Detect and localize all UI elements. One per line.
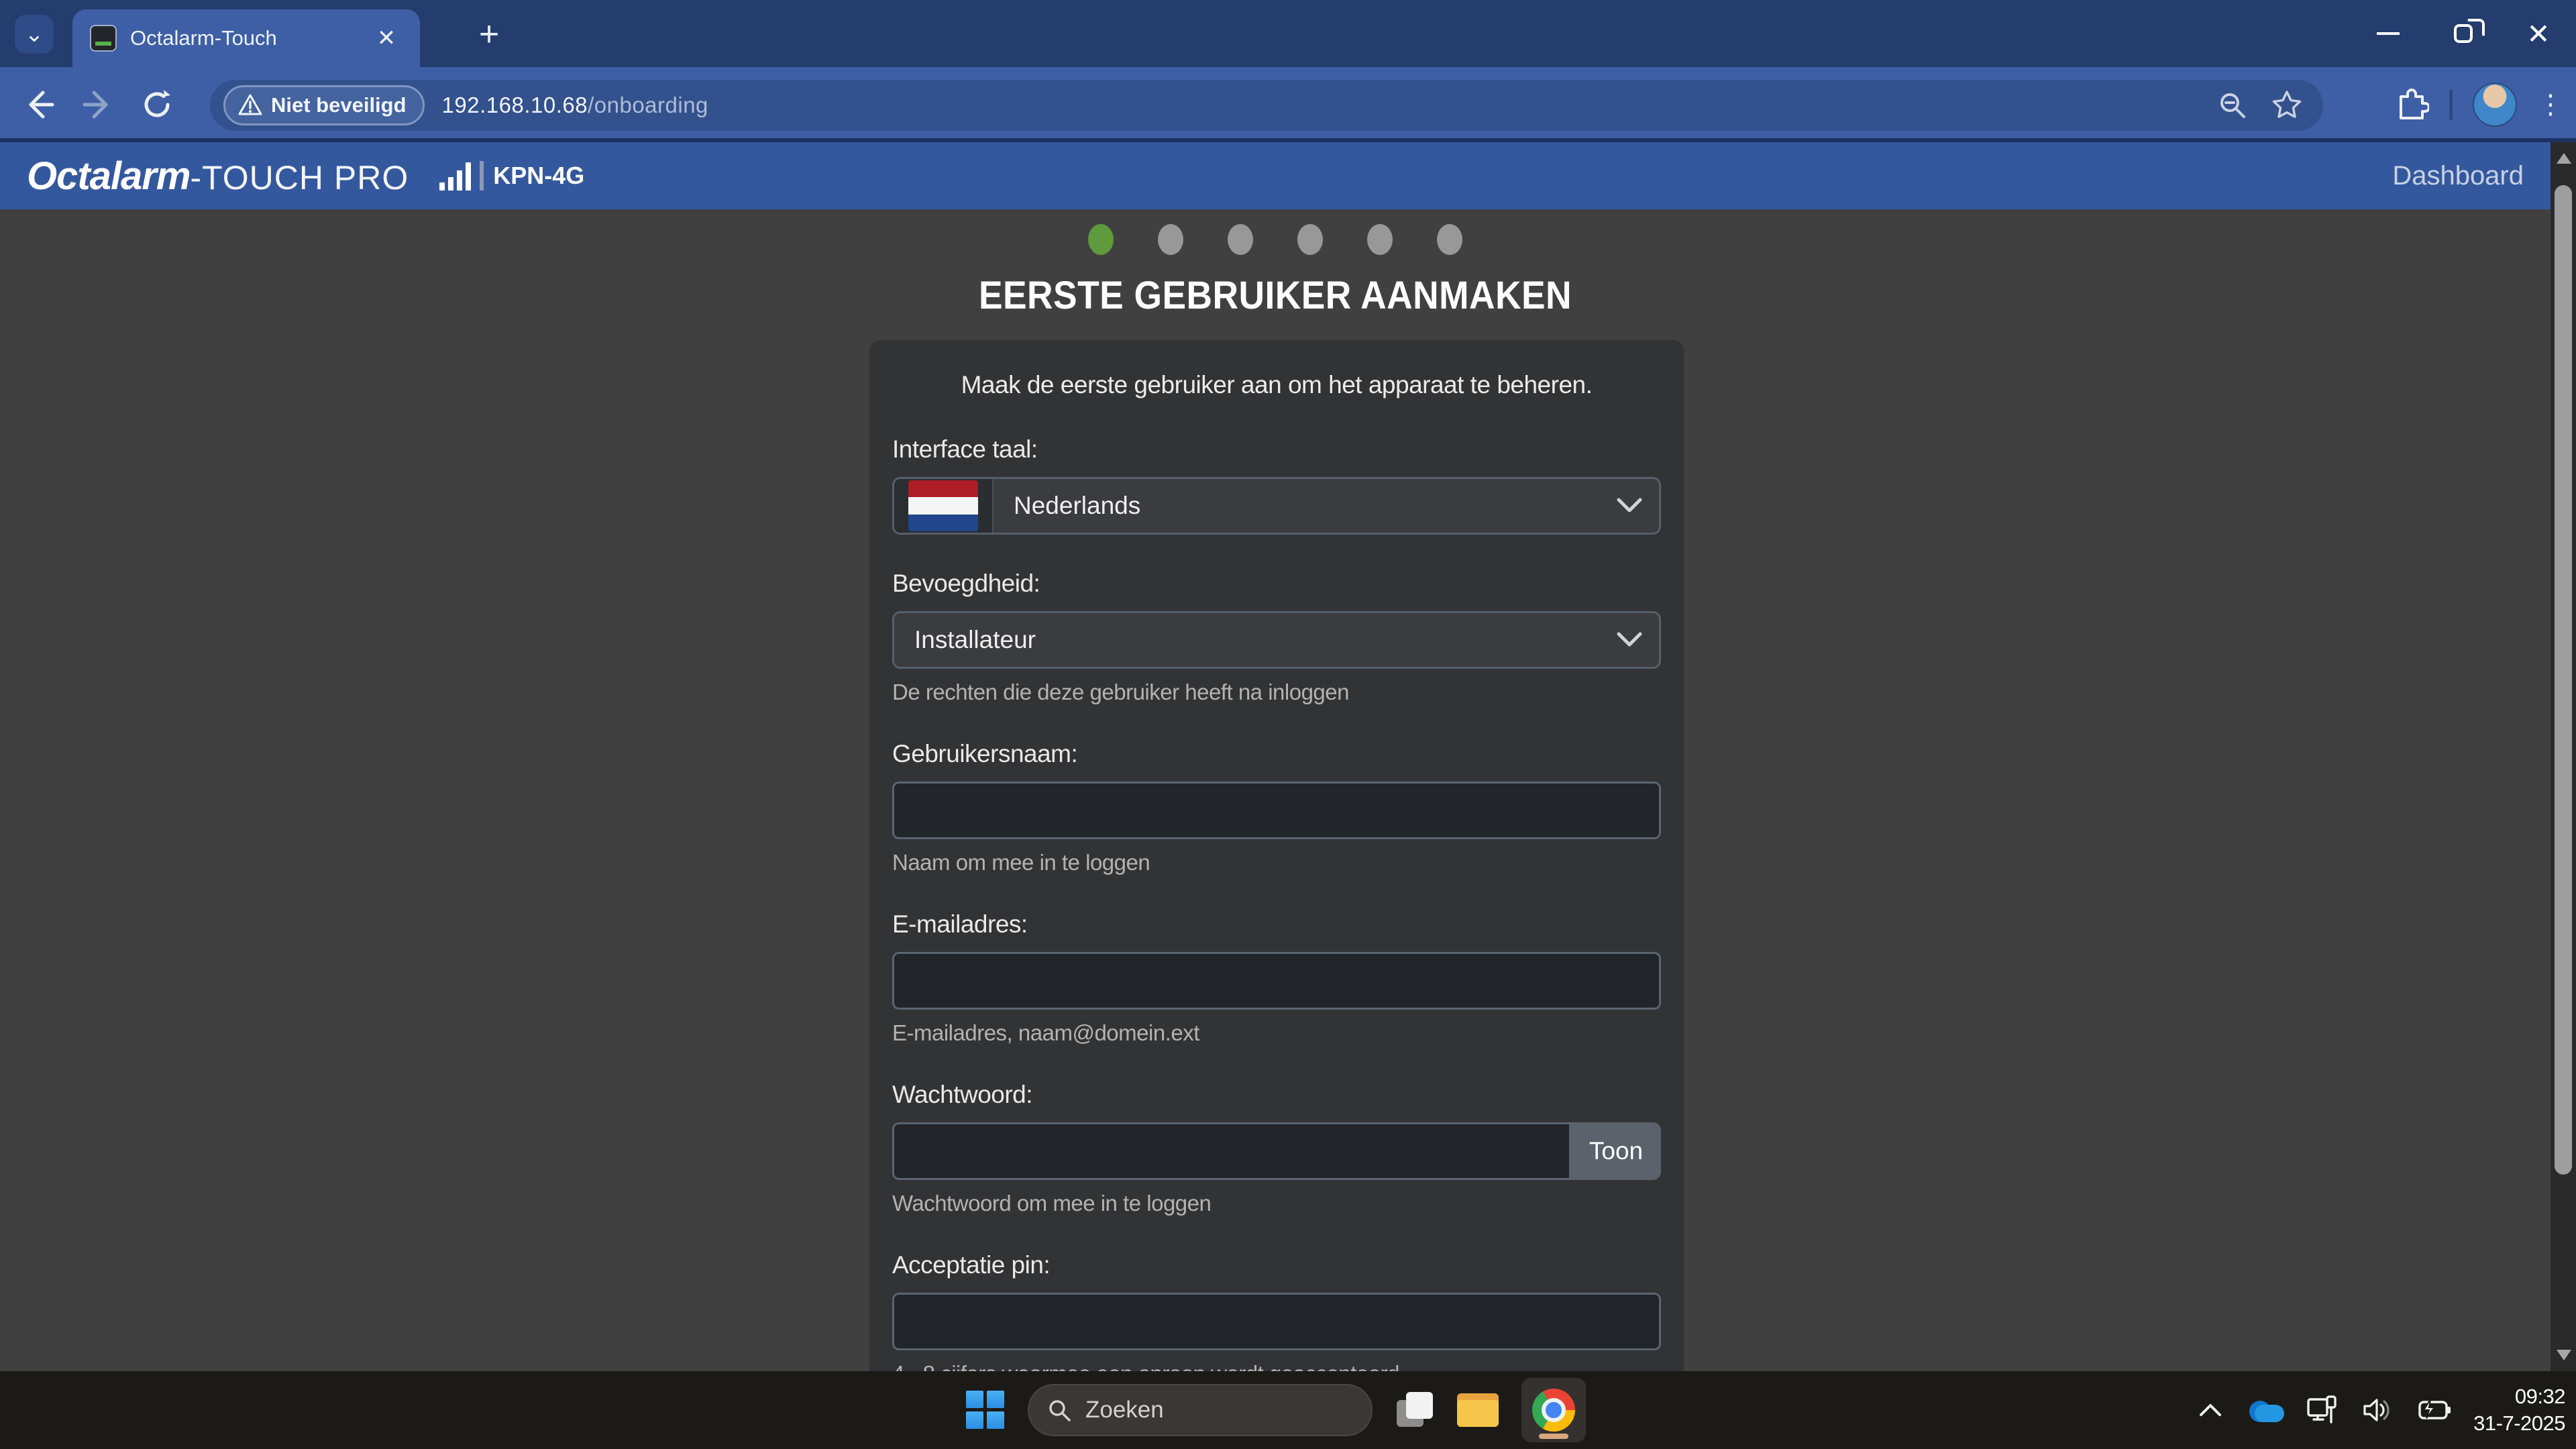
role-value: Installateur [894,626,1036,654]
email-field[interactable] [892,952,1661,1010]
bookmark-star-icon[interactable] [2271,89,2303,121]
form-card: Maak de eerste gebruiker aan om het appa… [869,340,1684,1371]
pin-help: 4 - 8 cijfers waarmee een oproep wordt g… [892,1361,1661,1371]
zoom-out-icon[interactable] [2217,90,2248,121]
tab-search-button[interactable]: ⌄ [15,15,54,54]
site-favicon-icon [90,25,117,52]
pin-group: Acceptatie pin: 4 - 8 cijfers waarmee ee… [892,1251,1661,1371]
chevron-down-icon [1616,497,1643,515]
file-explorer-button[interactable] [1457,1391,1499,1430]
battery-charging-icon[interactable] [2414,1393,2453,1428]
password-field[interactable] [892,1122,1571,1180]
device-usb-icon[interactable] [2304,1393,2339,1428]
username-group: Gebruikersnaam: Naam om mee in te loggen [892,740,1661,875]
window-controls: ✕ [2351,0,2576,67]
brand-logo: Octalarm-TOUCH PRO [27,154,409,199]
form-intro: Maak de eerste gebruiker aan om het appa… [892,371,1661,399]
search-placeholder: Zoeken [1085,1397,1164,1424]
password-group: Wachtwoord: Toon Wachtwoord om mee in te… [892,1081,1661,1216]
tab-title: Octalarm-Touch [130,26,370,50]
start-button[interactable] [966,1391,1005,1430]
windows-taskbar: Zoeken 09:32 31- [0,1371,2576,1449]
clock-date: 31-7-2025 [2473,1410,2565,1437]
network-label: KPN-4G [493,162,584,190]
restore-icon [2454,24,2473,43]
extensions-icon[interactable] [2394,87,2429,122]
chevron-down-icon: ⌄ [25,21,44,48]
reload-button[interactable] [131,79,182,130]
onedrive-icon[interactable] [2245,1398,2284,1422]
browser-tabstrip: ⌄ Octalarm-Touch ✕ + ✕ [0,0,2576,67]
email-help: E-mailadres, naam@domein.ext [892,1020,1661,1046]
back-button[interactable] [13,79,64,130]
show-password-button[interactable]: Toon [1571,1122,1661,1180]
address-bar[interactable]: Niet beveiligd 192.168.10.68/onboarding [210,80,2323,131]
active-app-indicator [1539,1434,1568,1439]
browser-tab[interactable]: Octalarm-Touch ✕ [72,9,420,67]
window-minimize-button[interactable] [2351,0,2426,67]
password-help: Wachtwoord om mee in te loggen [892,1191,1661,1216]
minimize-icon [2377,32,2400,35]
step-dot-2 [1158,224,1183,255]
warning-icon [237,93,263,118]
step-dot-1 [1088,224,1114,255]
role-label: Bevoegdheid: [892,570,1661,598]
pin-field[interactable] [892,1293,1661,1350]
cellular-signal-icon [439,161,484,191]
role-help: De rechten die deze gebruiker heeft na i… [892,680,1661,705]
wizard-steps [0,224,2551,255]
security-label: Niet beveiligd [271,93,407,117]
task-view-button[interactable] [1395,1391,1434,1430]
nl-flag-icon [894,479,994,533]
clock-time: 09:32 [2473,1383,2565,1410]
email-label: E-mailadres: [892,910,1661,938]
chevron-down-icon [1616,631,1643,649]
email-group: E-mailadres: E-mailadres, naam@domein.ex… [892,910,1661,1046]
dashboard-link[interactable]: Dashboard [2392,161,2524,191]
volume-icon[interactable] [2359,1393,2394,1428]
role-group: Bevoegdheid: Installateur De rechten die… [892,570,1661,705]
scroll-up-arrow[interactable] [2557,153,2571,164]
taskbar-search[interactable]: Zoeken [1028,1384,1373,1436]
language-group: Interface taal: Nederlands [892,435,1661,535]
chrome-icon [1532,1389,1575,1432]
password-label: Wachtwoord: [892,1081,1661,1109]
browser-menu-button[interactable]: ⋮ [2537,91,2564,118]
forward-arrow-icon [82,89,114,121]
profile-avatar[interactable] [2473,83,2517,127]
browser-toolbar: Niet beveiligd 192.168.10.68/onboarding … [0,67,2576,142]
page-title: EERSTE GEBRUIKER AANMAKEN [102,273,2449,318]
taskbar-clock[interactable]: 09:32 31-7-2025 [2473,1383,2565,1437]
language-value: Nederlands [994,492,1140,520]
chrome-taskbar-button[interactable] [1521,1378,1586,1442]
role-select[interactable]: Installateur [892,611,1661,669]
page-scrollbar[interactable] [2551,142,2576,1371]
step-dot-4 [1297,224,1323,255]
tray-chevron-icon[interactable] [2196,1400,2225,1420]
username-input[interactable] [892,782,1661,839]
site-header: Octalarm-TOUCH PRO KPN-4G Dashboard [0,142,2551,209]
username-help: Naam om mee in te loggen [892,850,1661,875]
toolbar-divider [2449,89,2453,120]
language-select[interactable]: Nederlands [892,477,1661,535]
forward-button[interactable] [72,79,123,130]
new-tab-button[interactable]: + [470,15,508,54]
scrollbar-thumb[interactable] [2555,185,2572,1175]
security-chip[interactable]: Niet beveiligd [223,85,425,125]
step-dot-5 [1367,224,1393,255]
username-label: Gebruikersnaam: [892,740,1661,768]
step-dot-3 [1228,224,1253,255]
pin-label: Acceptatie pin: [892,1251,1661,1279]
window-restore-button[interactable] [2426,0,2501,67]
step-dot-6 [1437,224,1462,255]
back-arrow-icon [23,89,55,121]
url-text: 192.168.10.68/onboarding [442,93,708,118]
language-label: Interface taal: [892,435,1661,464]
tab-close-button[interactable]: ✕ [370,22,402,54]
onboarding-page: EERSTE GEBRUIKER AANMAKEN Maak de eerste… [0,209,2551,1371]
window-close-button[interactable]: ✕ [2501,0,2576,67]
reload-icon [141,89,173,121]
scroll-down-arrow[interactable] [2557,1350,2571,1360]
search-icon [1046,1397,1072,1423]
